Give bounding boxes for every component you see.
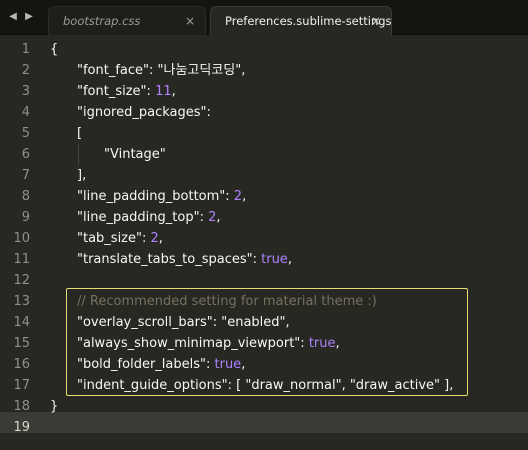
comma: ,: [171, 84, 176, 99]
comma: ,: [242, 189, 247, 204]
separator: :: [141, 231, 151, 246]
code-line-17: "indent_guide_options": [ "draw_normal",…: [77, 375, 453, 396]
code-line-6: "Vintage": [104, 144, 166, 165]
code-line-15: "always_show_minimap_viewport": true,: [77, 333, 340, 354]
bracket: ],: [77, 168, 87, 183]
value: [ "draw_normal", "draw_active" ]: [236, 378, 450, 393]
code-line-16: "bold_folder_labels": true,: [77, 354, 245, 375]
code-line-11: "translate_tabs_to_spaces": true,: [77, 249, 292, 270]
separator: :: [149, 63, 158, 78]
key: "font_size": [77, 84, 147, 99]
code-line-5: [: [77, 123, 82, 144]
code-editor[interactable]: 1 2 3 4 5 6 7 8 9 10 11 12 13 14 15 16 1…: [0, 35, 528, 450]
key: "line_padding_bottom": [77, 189, 226, 204]
code-line-8: "line_padding_bottom": 2,: [77, 186, 246, 207]
code-line-10: "tab_size": 2,: [77, 228, 163, 249]
close-icon[interactable]: ×: [371, 14, 381, 28]
key: "translate_tabs_to_spaces": [77, 252, 253, 267]
separator: :: [300, 336, 309, 351]
code-line-3: "font_size": 11,: [77, 81, 176, 102]
tab-preferences-sublime-settings[interactable]: Preferences.sublime-settings ×: [210, 6, 392, 36]
key: "line_padding_top": [77, 210, 200, 225]
code-line-2: "font_face": "나눔고딕코딩",: [77, 60, 245, 81]
key: "always_show_minimap_viewport": [77, 336, 301, 351]
nav-back-icon[interactable]: ◀: [6, 9, 20, 25]
comma: ,: [285, 315, 290, 330]
code-line-9: "line_padding_top": 2,: [77, 207, 221, 228]
separator: :: [205, 357, 215, 372]
tab-label: Preferences.sublime-settings: [225, 14, 392, 28]
tab-bar: ◀ ▶ bootstrap.css × Preferences.sublime-…: [0, 0, 528, 36]
code-line-13: // Recommended setting for material them…: [77, 291, 377, 312]
brace: }: [50, 399, 59, 414]
comma: ,: [335, 336, 340, 351]
code-line-7: ],: [77, 165, 86, 186]
key: "tab_size": [77, 231, 142, 246]
code-line-18: }: [50, 396, 58, 417]
value: true: [308, 336, 336, 351]
comma: ,: [287, 252, 292, 267]
key: "bold_folder_labels": [77, 357, 206, 372]
key: "overlay_scroll_bars": [77, 315, 213, 330]
separator: :: [227, 378, 237, 393]
value: "Vintage": [104, 147, 166, 162]
comma: ,: [241, 357, 246, 372]
comment: // Recommended setting for material them…: [77, 294, 377, 309]
value: "나눔고딕코딩": [157, 63, 242, 78]
comma: ,: [158, 231, 163, 246]
nav-forward-icon[interactable]: ▶: [22, 9, 36, 25]
value: 2: [150, 231, 159, 246]
value: true: [261, 252, 288, 267]
separator: :: [225, 189, 234, 204]
bracket: [: [77, 126, 83, 141]
tab-label: bootstrap.css: [63, 14, 141, 28]
code-content[interactable]: { "font_face": "나눔고딕코딩", "font_size": 11…: [0, 35, 528, 450]
key: "font_face": [77, 63, 150, 78]
comma: ,: [449, 378, 454, 393]
brace: {: [50, 42, 59, 57]
value: 11: [155, 84, 172, 99]
separator: :: [252, 252, 262, 267]
comma: ,: [216, 210, 221, 225]
code-line-14: "overlay_scroll_bars": "enabled",: [77, 312, 290, 333]
value: "enabled": [221, 315, 286, 330]
value: 2: [233, 189, 243, 204]
separator: :: [146, 84, 156, 99]
separator: :: [212, 315, 222, 330]
close-icon[interactable]: ×: [185, 14, 195, 28]
separator: :: [206, 105, 211, 120]
tab-bootstrap-css[interactable]: bootstrap.css ×: [48, 6, 206, 35]
code-line-1: {: [50, 39, 58, 60]
separator: :: [199, 210, 209, 225]
code-line-4: "ignored_packages":: [77, 102, 211, 123]
key: "indent_guide_options": [77, 378, 228, 393]
comma: ,: [241, 63, 246, 78]
key: "ignored_packages": [77, 105, 207, 120]
value: true: [214, 357, 242, 372]
